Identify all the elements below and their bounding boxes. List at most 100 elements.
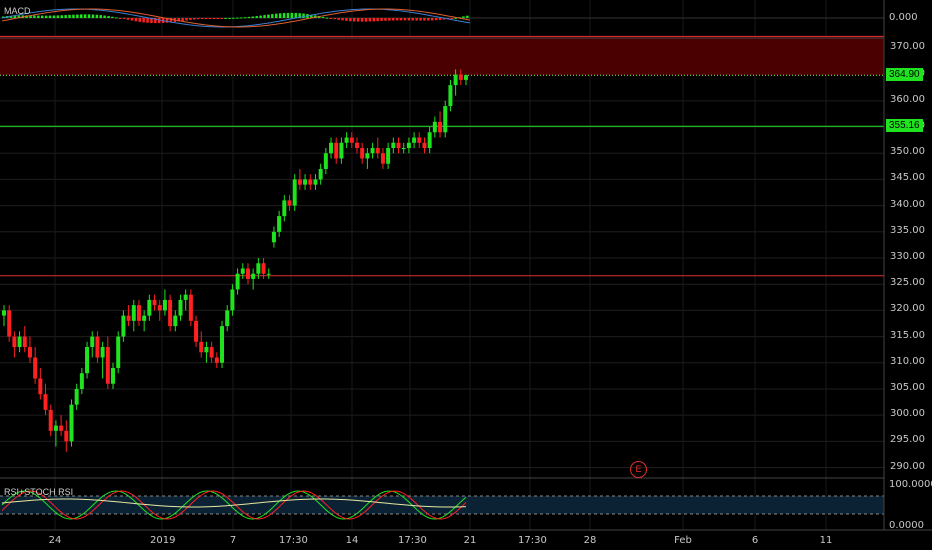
- macd-histogram-bar: [142, 18, 145, 23]
- macd-histogram-bar: [360, 18, 364, 22]
- x-tick-label: 14: [345, 535, 359, 546]
- y-tick-label: 320.00: [890, 303, 925, 315]
- candle-body: [230, 289, 235, 311]
- macd-histogram-bar: [95, 14, 99, 18]
- x-tick-label: 6: [751, 535, 759, 546]
- earnings-marker[interactable]: E: [630, 461, 647, 478]
- y-tick-label: 330.00: [890, 251, 925, 262]
- support-price-tag: 355.16: [886, 119, 923, 133]
- macd-histogram-bar: [415, 18, 418, 21]
- candle-body: [448, 85, 453, 107]
- candle-body: [74, 388, 79, 405]
- candle-body: [131, 305, 136, 321]
- resistance-zone: [0, 36, 884, 76]
- macd-histogram-bar: [423, 18, 426, 21]
- candle-body: [79, 373, 84, 389]
- candle-body: [412, 137, 417, 143]
- macd-histogram-bar: [356, 18, 360, 22]
- candle-body: [344, 137, 349, 143]
- current-price-tag: 364.90: [886, 68, 923, 82]
- candle-body: [277, 216, 282, 232]
- macd-histogram-bar: [462, 16, 465, 18]
- macd-histogram-bar: [407, 18, 411, 21]
- macd-histogram-bar: [450, 18, 453, 19]
- candle-body: [396, 142, 401, 148]
- stock-chart[interactable]: [0, 0, 932, 550]
- candle-body: [121, 315, 126, 337]
- macd-histogram-bar: [146, 18, 149, 23]
- rsi-pane: [0, 477, 884, 520]
- y-tick-label: 360.00: [890, 93, 925, 105]
- macd-histogram-bar: [232, 17, 235, 19]
- macd-histogram-bar: [399, 18, 403, 21]
- macd-histogram-bar: [68, 14, 71, 18]
- macd-histogram-bar: [345, 18, 348, 21]
- macd-histogram-bar: [247, 16, 251, 18]
- candle-body: [443, 106, 448, 133]
- macd-histogram-bar: [392, 18, 395, 21]
- macd-histogram-bar: [388, 18, 391, 21]
- macd-histogram-bar: [189, 18, 192, 20]
- candle-body: [235, 273, 240, 290]
- macd-histogram-bar: [48, 15, 52, 18]
- candle-body: [240, 268, 245, 274]
- candle-body: [64, 430, 69, 442]
- x-tick-label: 11: [819, 535, 833, 546]
- x-tick-label: 28: [583, 535, 597, 546]
- macd-histogram-bar: [427, 18, 430, 21]
- macd-histogram-bar: [438, 18, 442, 20]
- y-tick-label: 350.00: [890, 146, 925, 158]
- macd-histogram-bar: [119, 18, 122, 19]
- x-tick-label: 17:30: [279, 535, 308, 546]
- candle-body: [183, 294, 188, 300]
- candle-body: [422, 142, 427, 148]
- macd-histogram-bar: [282, 13, 286, 18]
- macd-histogram-bar: [411, 18, 414, 21]
- candle-body: [7, 310, 12, 337]
- macd-histogram-bar: [368, 18, 372, 22]
- macd-histogram-bar: [228, 17, 231, 19]
- macd-histogram-bar: [130, 18, 134, 21]
- candle-body: [22, 336, 27, 348]
- candle-body: [53, 425, 58, 431]
- macd-histogram-bar: [286, 12, 290, 18]
- macd-histogram-bar: [87, 14, 91, 18]
- candle-body: [391, 142, 396, 148]
- macd-histogram-bar: [239, 17, 243, 19]
- macd-histogram-bar: [80, 14, 83, 18]
- candle-body: [33, 357, 38, 379]
- candle-body: [417, 137, 422, 143]
- candle-body: [256, 263, 261, 274]
- y-tick-label: 340.00: [890, 198, 925, 210]
- candle-body: [168, 299, 173, 327]
- candle-body: [116, 336, 121, 368]
- macd-histogram-bar: [466, 15, 469, 18]
- candle-body: [43, 394, 48, 410]
- candle-body: [194, 320, 199, 342]
- x-tick-label: 7: [229, 535, 237, 546]
- candle-body: [318, 168, 323, 180]
- candle-body: [370, 148, 375, 154]
- grid: [0, 0, 884, 530]
- macd-histogram-bar: [353, 18, 356, 22]
- candle-body: [287, 200, 292, 206]
- macd-histogram-bar: [380, 18, 383, 21]
- macd-histogram-bar: [255, 16, 258, 18]
- macd-histogram-bar: [208, 18, 212, 19]
- macd-histogram-bar: [52, 15, 56, 18]
- candle-body: [360, 148, 365, 159]
- candle-body: [85, 347, 90, 374]
- candle-body: [427, 132, 432, 148]
- macd-histogram-bar: [278, 13, 282, 18]
- candle-body: [432, 121, 437, 133]
- macd-histogram-bar: [99, 15, 102, 18]
- macd-histogram-bar: [220, 18, 223, 19]
- candle-body: [178, 299, 183, 316]
- macd-histogram-bar: [364, 18, 368, 22]
- macd-histogram-bar: [44, 15, 48, 18]
- macd-histogram-bar: [337, 18, 340, 20]
- macd-histogram-bar: [41, 15, 44, 18]
- macd-histogram-bar: [126, 18, 130, 20]
- macd-histogram-bar: [302, 13, 305, 18]
- candle-body: [292, 179, 297, 206]
